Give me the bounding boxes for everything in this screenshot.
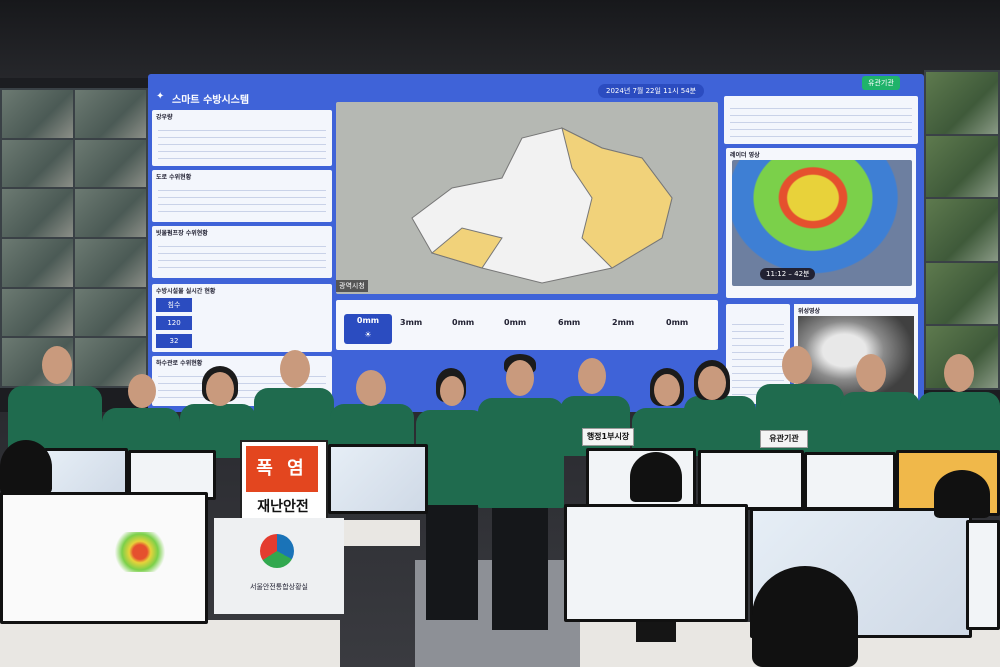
- stat-chip: 120: [156, 316, 192, 330]
- current-rain: 0mm ☀: [344, 314, 392, 344]
- radar-image: [732, 160, 912, 286]
- weather-value: 0mm: [504, 318, 527, 327]
- panel-title: 하수관로 수위현황: [156, 360, 203, 367]
- seated-person: [934, 470, 990, 518]
- panel-title: 빗물펌프장 수위현황: [156, 230, 208, 237]
- desk: [340, 520, 420, 546]
- name-card: 유관기관: [760, 430, 808, 448]
- seated-person: [752, 566, 858, 667]
- cctv-wall-right: [924, 70, 1000, 390]
- stat-chip: 32: [156, 334, 192, 348]
- panel-title: 레이더 영상: [730, 152, 760, 159]
- monitor: [0, 492, 208, 624]
- seoul-safety-logo: [260, 534, 294, 568]
- cctv-wall-left: [0, 88, 148, 388]
- monitor: [328, 444, 428, 514]
- stat-chip: 침수: [156, 298, 192, 312]
- alert-status-panel: [724, 96, 918, 144]
- monitor-stand: [636, 622, 676, 642]
- weather-value: 3mm: [400, 318, 423, 327]
- rainfall-panel: 강우량: [152, 110, 332, 166]
- weather-value: 0mm: [452, 318, 475, 327]
- weather-value: 6mm: [558, 318, 581, 327]
- map-label: 광역시청: [336, 280, 368, 292]
- system-logo-icon: ✦: [156, 91, 165, 102]
- system-title: 스마트 수방시스템: [172, 95, 250, 106]
- wall-clock: 2024년 7월 22일 11시 54분: [598, 84, 705, 98]
- logo-caption: 서울안전통합상황실: [250, 583, 308, 591]
- monitor: [804, 452, 896, 510]
- wall-badge: 유관기관: [862, 76, 900, 90]
- desk: [0, 620, 340, 667]
- monitor: [564, 504, 748, 622]
- name-card: 행정1부시장: [582, 428, 634, 446]
- monitor: [698, 450, 804, 510]
- ceiling: [0, 0, 1000, 78]
- weather-value: 0mm: [666, 318, 689, 327]
- disaster-safety-text: 재난안전: [257, 499, 309, 515]
- monitor: [966, 520, 1000, 630]
- panel-title: 위성영상: [798, 308, 821, 315]
- seated-person: [0, 440, 52, 494]
- radar-time: 11:12 – 42분: [760, 268, 816, 280]
- weather-strip: [336, 300, 718, 350]
- heatwave-label: 폭 염: [246, 446, 318, 492]
- panel-title: 강우량: [156, 114, 173, 121]
- panel-title: 도로 수위현황: [156, 174, 192, 181]
- weather-value: 2mm: [612, 318, 635, 327]
- road-level-panel: 도로 수위현황: [152, 170, 332, 222]
- district-map-shape: [411, 127, 673, 284]
- facility-status-panel: 수방시설물 실시간 현황 침수 120 32: [152, 284, 332, 352]
- panel-title: 수방시설물 실시간 현황: [156, 288, 216, 295]
- pump-level-panel: 빗물펌프장 수위현황: [152, 226, 332, 278]
- seated-person: [630, 452, 682, 502]
